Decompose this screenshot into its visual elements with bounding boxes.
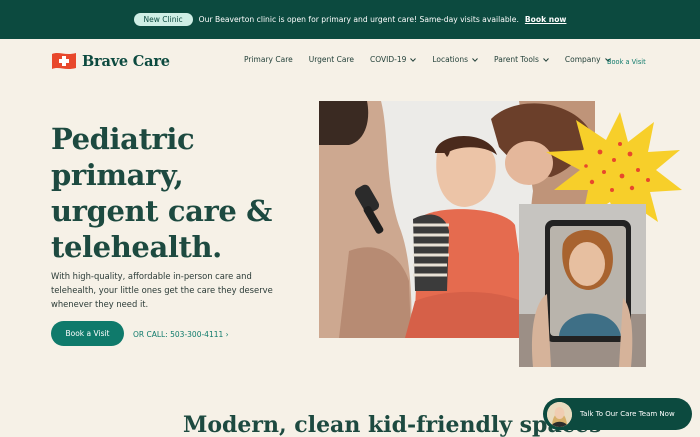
book-now-link[interactable]: Book now xyxy=(525,15,567,24)
nav-item-urgent-care[interactable]: Urgent Care xyxy=(309,55,354,64)
nav-item-company[interactable]: Company xyxy=(565,55,611,64)
nav-item-label: Locations xyxy=(432,55,469,64)
new-clinic-badge: New Clinic xyxy=(133,12,193,27)
telehealth-tablet-photo xyxy=(519,204,646,367)
announcement-bar: New Clinic Our Beaverton clinic is open … xyxy=(0,0,700,39)
nav-item-covid-19[interactable]: COVID-19 xyxy=(370,55,417,64)
nav-item-label: Company xyxy=(564,55,601,64)
hero-title-line: primary, xyxy=(51,158,184,192)
nav-item-parent-tools[interactable]: Parent Tools xyxy=(494,55,549,64)
hero-title-line: Pediatric xyxy=(51,122,195,156)
hero-subtitle: With high-quality, affordable in-person … xyxy=(51,271,273,309)
chevron-down-icon xyxy=(543,57,549,62)
main-nav: Brave Care Primary Care Urgent Care COVI… xyxy=(0,39,700,85)
chat-widget-button[interactable]: Talk To Our Care Team Now xyxy=(543,398,692,430)
brand-logo[interactable]: Brave Care xyxy=(51,51,170,71)
book-a-visit-nav-link[interactable]: Book a Visit xyxy=(607,58,646,66)
nav-item-label: Urgent Care xyxy=(308,55,354,64)
announcement-text: Our Beaverton clinic is open for primary… xyxy=(198,15,519,24)
chevron-down-icon xyxy=(472,57,478,62)
nav-item-primary-care[interactable]: Primary Care xyxy=(244,55,293,64)
nav-item-label: Parent Tools xyxy=(494,55,539,64)
hero-title-line: urgent care & xyxy=(51,194,272,228)
section-heading: Modern, clean kid-friendly spaces xyxy=(183,412,602,437)
chat-widget-label: Talk To Our Care Team Now xyxy=(580,410,675,418)
hero-title-line: telehealth. xyxy=(51,230,222,264)
care-team-avatar xyxy=(547,401,572,427)
hero-title: Pediatric primary, urgent care & telehea… xyxy=(51,121,321,265)
flag-cross-logo-icon xyxy=(52,53,76,69)
nav-item-locations[interactable]: Locations xyxy=(432,55,478,64)
chevron-down-icon xyxy=(410,57,417,62)
nav-item-label: Primary Care xyxy=(244,55,293,64)
brand-name: Brave Care xyxy=(82,52,170,70)
book-a-visit-button[interactable]: Book a Visit xyxy=(51,321,124,346)
nav-item-label: COVID-19 xyxy=(370,55,407,64)
nav-menu: Primary Care Urgent Care COVID-19 Locati… xyxy=(244,55,627,64)
call-phone-link[interactable]: OR CALL: 503-300-4111 › xyxy=(133,330,229,339)
